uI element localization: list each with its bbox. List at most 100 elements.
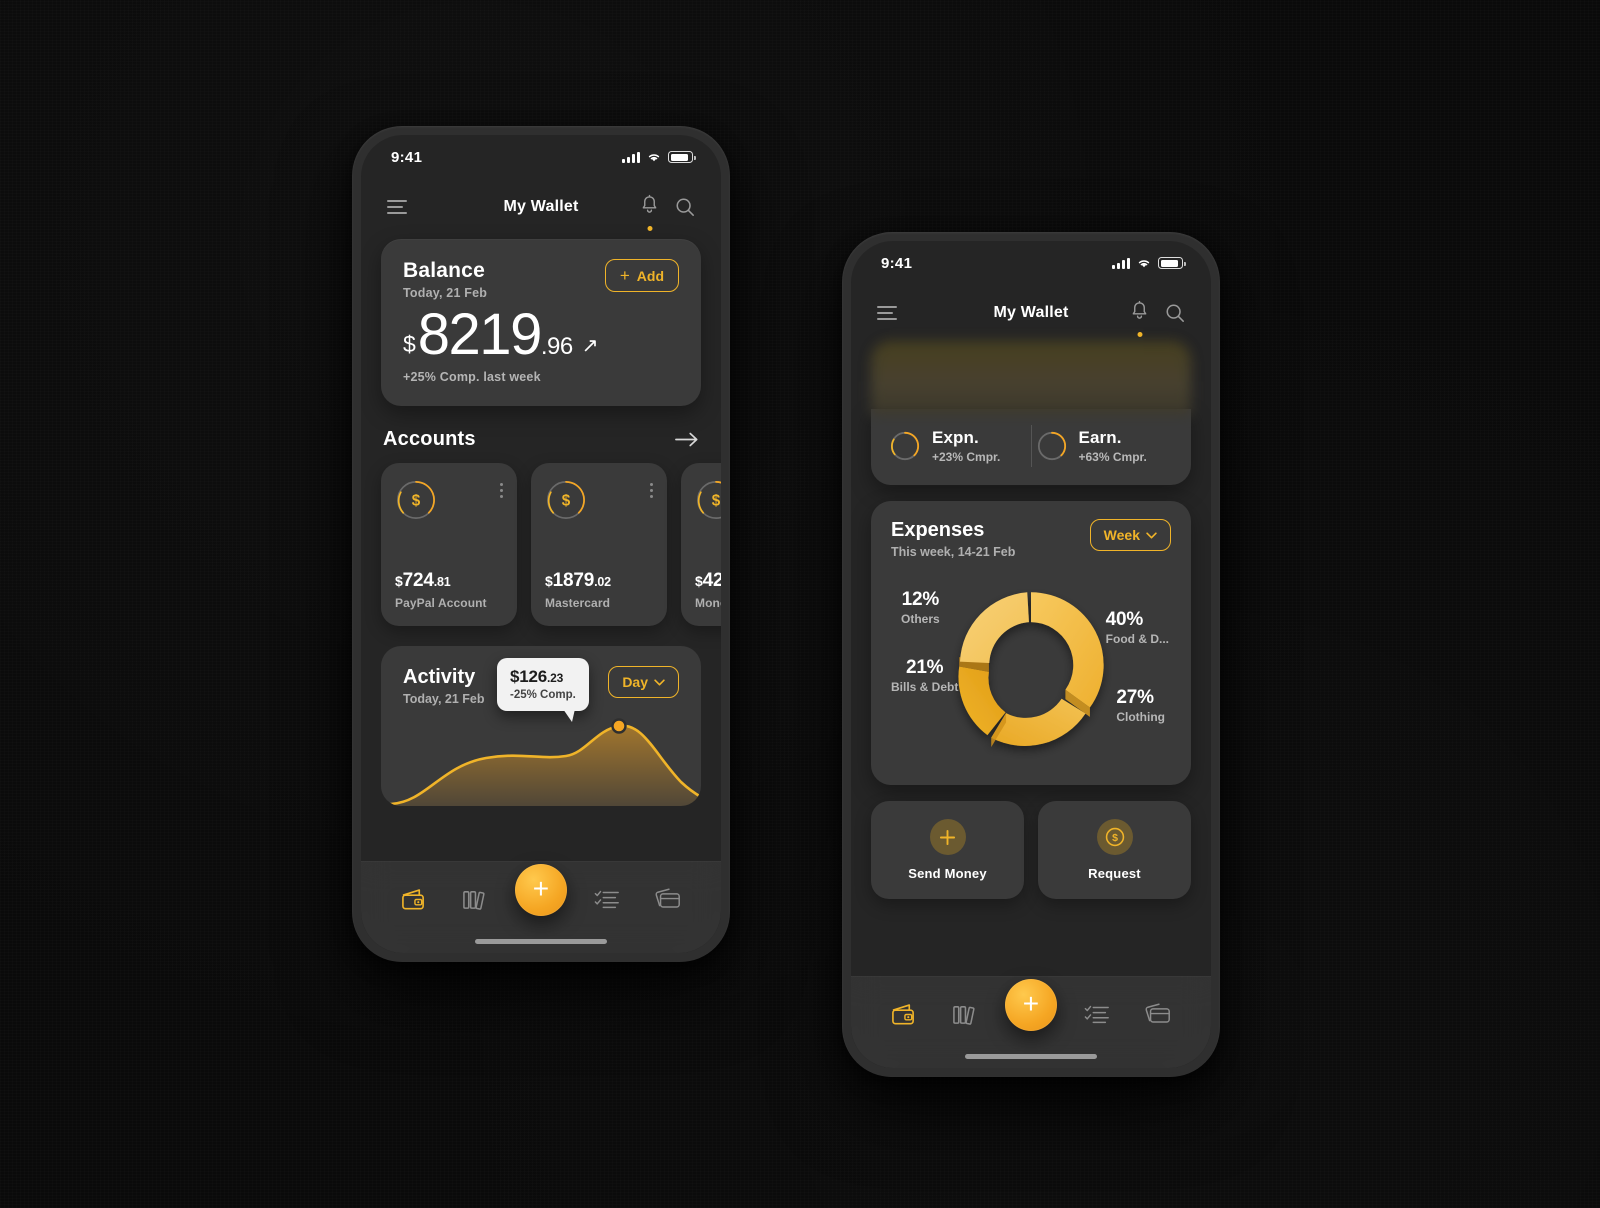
donut-value-clothing: 27%	[1116, 687, 1154, 708]
tab-wallet[interactable]	[393, 880, 435, 918]
wallet-icon	[892, 1003, 915, 1024]
balance-integer: 8219	[417, 302, 543, 367]
menu-icon[interactable]	[877, 306, 897, 320]
cards-icon	[1145, 1002, 1171, 1023]
account-currency: $	[545, 573, 553, 589]
donut-label-food: 40% Food & D...	[1106, 609, 1169, 646]
activity-data-point	[611, 718, 627, 734]
expenses-donut-chart: 12% Others 40% Food & D... 21% Bills & D…	[891, 565, 1171, 765]
expenses-date-range: This week, 14-21 Feb	[891, 545, 1016, 559]
send-money-button[interactable]: Send Money	[871, 801, 1024, 899]
balance-date: Today, 21 Feb	[403, 286, 488, 300]
notifications-button[interactable]	[640, 194, 659, 231]
activity-tooltip: $126.23 -25% Comp.	[497, 658, 589, 722]
donut-label-others: 12% Others	[901, 589, 940, 626]
add-balance-button[interactable]: + Add	[604, 259, 679, 292]
status-bar: 9:41	[361, 135, 721, 179]
tooltip-amount-cents: .23	[547, 671, 564, 685]
home-indicator	[475, 939, 607, 944]
add-button-label: Add	[636, 267, 664, 284]
add-transaction-fab[interactable]: +	[1004, 979, 1057, 1031]
svg-text:$: $	[1112, 832, 1118, 844]
books-icon	[953, 1005, 975, 1025]
accounts-title: Accounts	[383, 428, 476, 450]
donut-value-bills: 21%	[905, 657, 944, 678]
bell-icon	[642, 194, 657, 213]
donut-category-bills: Bills & Debt	[891, 680, 959, 694]
dollar-ring-icon: $	[397, 481, 435, 519]
wifi-icon	[1138, 260, 1150, 268]
plus-fab-icon: +	[532, 872, 550, 904]
battery-icon	[668, 151, 696, 163]
donut-label-bills: 21% Bills & Debt	[891, 657, 958, 694]
activity-range-label: Day	[622, 674, 648, 690]
status-indicators	[1112, 257, 1186, 269]
accounts-arrow-right-icon[interactable]	[675, 431, 699, 448]
account-currency: $	[395, 573, 403, 589]
account-amount-int: 42	[702, 570, 721, 591]
svg-text:$: $	[562, 493, 571, 510]
wifi-icon	[648, 154, 660, 162]
request-label: Request	[1088, 866, 1141, 881]
tab-cards[interactable]	[647, 880, 689, 918]
expenses-title: Expenses	[891, 519, 985, 541]
status-time: 9:41	[881, 254, 913, 272]
account-card[interactable]: $ $724.81 PayPal Account	[381, 463, 517, 626]
summary-stats-card: Expn. +23% Cmpr. Earn. +63% Cmpr.	[871, 409, 1191, 485]
menu-icon[interactable]	[387, 200, 407, 214]
account-amount: $724.81	[395, 570, 503, 592]
tooltip-amount: $126.23	[510, 667, 576, 687]
scrolled-balance-card-blurred	[871, 341, 1191, 415]
activity-card: Activity Today, 21 Feb Day $126.23 -25% …	[381, 646, 701, 806]
stat-earning[interactable]: Earn. +63% Cmpr.	[1036, 428, 1174, 464]
activity-range-dropdown[interactable]: Day	[608, 666, 679, 698]
account-card[interactable]: $ $42 Mone	[681, 463, 721, 626]
tooltip-pointer	[562, 709, 575, 722]
add-transaction-fab[interactable]: +	[514, 864, 567, 916]
stats-divider	[1030, 425, 1032, 467]
notifications-button[interactable]	[1130, 300, 1149, 337]
account-amount: $42	[695, 570, 721, 592]
home-indicator	[965, 1054, 1097, 1059]
search-icon[interactable]	[1165, 303, 1185, 323]
svg-text:$: $	[712, 493, 721, 510]
expenses-range-dropdown[interactable]: Week	[1089, 519, 1171, 551]
notification-badge-dot	[1137, 332, 1142, 337]
tab-checklist[interactable]	[1076, 995, 1118, 1033]
balance-title: Balance	[403, 259, 485, 282]
stat-earning-label: Earn.	[1078, 428, 1122, 447]
tab-books[interactable]	[454, 880, 496, 918]
checklist-icon	[1084, 1005, 1110, 1024]
tab-books[interactable]	[944, 995, 986, 1033]
donut-category-others: Others	[901, 612, 940, 626]
tab-checklist[interactable]	[586, 880, 628, 918]
donut-value-food: 40%	[1105, 609, 1144, 630]
account-card[interactable]: $ $1879.02 Mastercard	[531, 463, 667, 626]
app-header: My Wallet	[851, 285, 1211, 341]
tab-wallet[interactable]	[883, 995, 925, 1033]
accounts-list: $ $724.81 PayPal Account $ $1879.02 Mast…	[381, 463, 721, 626]
balance-comparison-note: +25% Comp. last week	[403, 370, 541, 384]
tab-cards[interactable]	[1137, 995, 1179, 1033]
account-name: PayPal Account	[395, 596, 487, 610]
balance-currency: $	[403, 331, 416, 357]
request-button[interactable]: $ Request	[1038, 801, 1191, 899]
send-money-label: Send Money	[908, 866, 987, 881]
stat-expense[interactable]: Expn. +23% Cmpr.	[889, 428, 1027, 464]
app-header: My Wallet	[361, 179, 721, 235]
stat-earning-value: +63% Cmpr.	[1078, 450, 1147, 464]
account-more-options-icon[interactable]	[650, 479, 653, 498]
account-currency: $	[695, 573, 703, 589]
phone2-screen: 9:41 My Wallet Expn. +23% Cmpr. Earn. +6…	[851, 241, 1211, 1068]
chevron-down-icon	[1146, 531, 1157, 539]
status-bar: 9:41	[851, 241, 1211, 285]
search-icon[interactable]	[675, 197, 695, 217]
balance-amount: $ 8219 .96 ↗	[403, 306, 679, 364]
tooltip-amount-main: $126	[510, 667, 548, 686]
dollar-ring-icon: $	[697, 481, 721, 519]
donut-category-food: Food & D...	[1105, 632, 1169, 646]
status-indicators	[622, 151, 696, 163]
notification-badge-dot	[647, 226, 652, 231]
account-more-options-icon[interactable]	[500, 479, 503, 498]
expense-ring-icon	[890, 431, 920, 461]
